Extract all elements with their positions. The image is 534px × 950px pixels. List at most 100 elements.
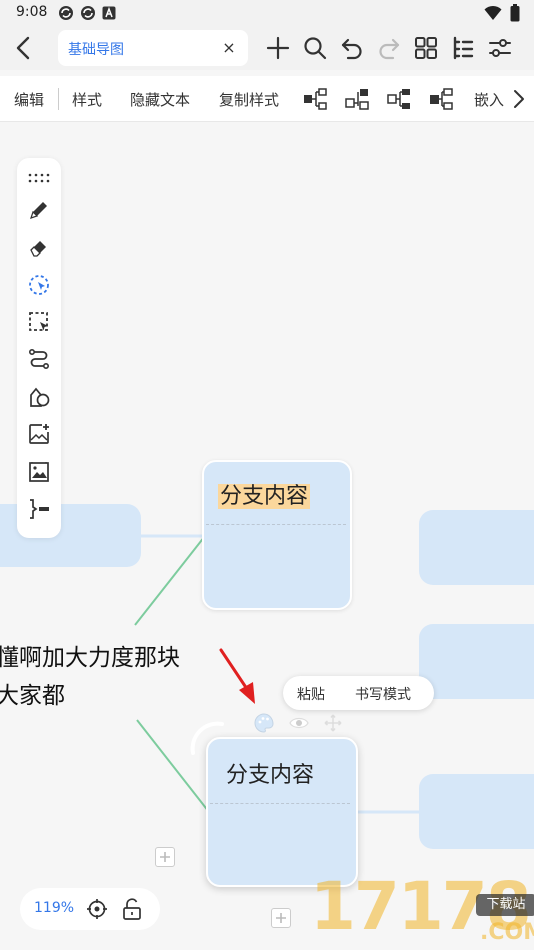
image-tool[interactable] (25, 458, 53, 486)
chevron-left-icon (16, 36, 30, 60)
eraser-icon (30, 241, 46, 257)
menu-divider (58, 88, 59, 110)
layout-right-button[interactable] (302, 87, 328, 111)
menu-embed[interactable]: 嵌入 (474, 89, 504, 110)
site-watermark: 17178 下载站 .COM (310, 860, 534, 950)
palette-icon (254, 713, 274, 733)
scroll-menu-right-button[interactable] (508, 87, 530, 111)
connector-icon (28, 348, 50, 370)
plus-icon (276, 913, 286, 923)
mind-node-right-3[interactable] (419, 774, 534, 849)
search-icon (303, 37, 326, 60)
undo-icon (341, 38, 362, 60)
status-system-icons (484, 4, 520, 26)
crosshair-icon (87, 899, 107, 919)
locate-button[interactable] (86, 898, 108, 920)
outline-bracket-icon (30, 499, 49, 519)
battery-icon (510, 4, 520, 26)
drawing-tool-palette (17, 158, 61, 538)
layout-left-icon (345, 89, 369, 110)
pen-tool[interactable] (25, 196, 53, 224)
unlock-icon (123, 898, 141, 920)
status-time: 9:08 (16, 4, 48, 20)
tab-title: 基础导图 (68, 42, 124, 58)
mindmap-canvas[interactable]: 分支内容 分支内容 懂啊加大力度那块 大家都 粘贴 书写模式 119% 1717… (0, 122, 534, 950)
connector-tool[interactable] (25, 345, 53, 373)
status-notifications (58, 5, 118, 21)
redo-button[interactable] (373, 32, 404, 64)
select-box-icon (29, 312, 48, 331)
layout-right-icon (304, 88, 327, 110)
floating-text-line1[interactable]: 懂啊加大力度那块 (0, 638, 180, 672)
add-button[interactable] (262, 32, 293, 64)
chevron-right-icon (514, 90, 524, 108)
redo-icon (378, 38, 399, 60)
add-image-icon (29, 424, 49, 444)
plus-icon (160, 852, 170, 862)
search-button[interactable] (299, 32, 330, 64)
mind-node-upper[interactable]: 分支内容 (202, 460, 352, 610)
menu-style[interactable]: 样式 (72, 89, 102, 110)
lasso-tool[interactable] (25, 271, 53, 299)
select-box-tool[interactable] (25, 308, 53, 336)
grid-icon (414, 37, 437, 59)
watermark-domain: .COM (480, 920, 534, 945)
watermark-badge: 下载站 (476, 894, 534, 916)
connector-upper-branch (134, 535, 206, 626)
context-popup: 粘贴 书写模式 (283, 676, 434, 710)
handwriting-mode-button[interactable]: 书写模式 (355, 684, 411, 704)
lock-button[interactable] (122, 898, 142, 920)
eraser-tool[interactable] (25, 233, 53, 261)
status-bar: 9:08 (0, 0, 534, 26)
layout-org-icon (430, 88, 453, 110)
add-child-button[interactable] (271, 908, 291, 928)
document-tab[interactable]: 基础导图 × (58, 30, 248, 66)
eye-icon (289, 717, 309, 729)
layout-left-button[interactable] (344, 87, 370, 111)
plus-icon (266, 36, 289, 60)
add-image-tool[interactable] (25, 420, 53, 448)
lasso-icon (29, 275, 49, 295)
sync-icon (80, 5, 96, 21)
grid-view-button[interactable] (410, 32, 441, 64)
move-icon (324, 714, 342, 732)
layout-org-button[interactable] (428, 87, 454, 111)
zoom-level[interactable]: 119% (34, 900, 74, 916)
wifi-icon (484, 5, 502, 25)
top-toolbar: 基础导图 × (0, 26, 534, 70)
toolbar-actions (262, 32, 515, 64)
node-color-button[interactable] (253, 712, 275, 734)
mind-node-right-1[interactable] (419, 510, 534, 585)
outline-bracket-tool[interactable] (25, 495, 53, 523)
red-arrow-icon (219, 648, 255, 704)
paste-button[interactable]: 粘贴 (297, 684, 325, 704)
pen-icon (30, 202, 47, 219)
menu-edit[interactable]: 编辑 (14, 89, 44, 110)
mind-node-right-2[interactable] (419, 624, 534, 699)
shapes-tool[interactable] (25, 383, 53, 411)
node-move-handle[interactable] (322, 712, 344, 734)
menu-hide-text[interactable]: 隐藏文本 (130, 89, 190, 110)
shapes-icon (30, 387, 50, 407)
back-button[interactable] (8, 32, 38, 64)
settings-button[interactable] (484, 32, 515, 64)
zoom-panel: 119% (20, 888, 160, 930)
node-title-text: 分支内容 (226, 763, 315, 788)
drag-handle-icon (28, 173, 50, 183)
node-title: 分支内容 (218, 478, 311, 510)
node-title-text: 分支内容 (218, 484, 311, 509)
add-node-button[interactable] (155, 847, 175, 867)
a-box-icon (102, 5, 118, 21)
palette-drag-handle[interactable] (25, 164, 53, 192)
undo-button[interactable] (336, 32, 367, 64)
node-divider (210, 803, 350, 804)
node-divider (206, 524, 346, 525)
floating-text-line2[interactable]: 大家都 (0, 676, 65, 710)
node-visibility-button[interactable] (288, 712, 310, 734)
menu-copy-style[interactable]: 复制样式 (219, 89, 279, 110)
outline-view-button[interactable] (447, 32, 478, 64)
close-tab-button[interactable]: × (218, 36, 240, 58)
sync-icon (58, 5, 74, 21)
layout-tree-button[interactable] (386, 87, 412, 111)
layout-tree-icon (387, 89, 410, 109)
